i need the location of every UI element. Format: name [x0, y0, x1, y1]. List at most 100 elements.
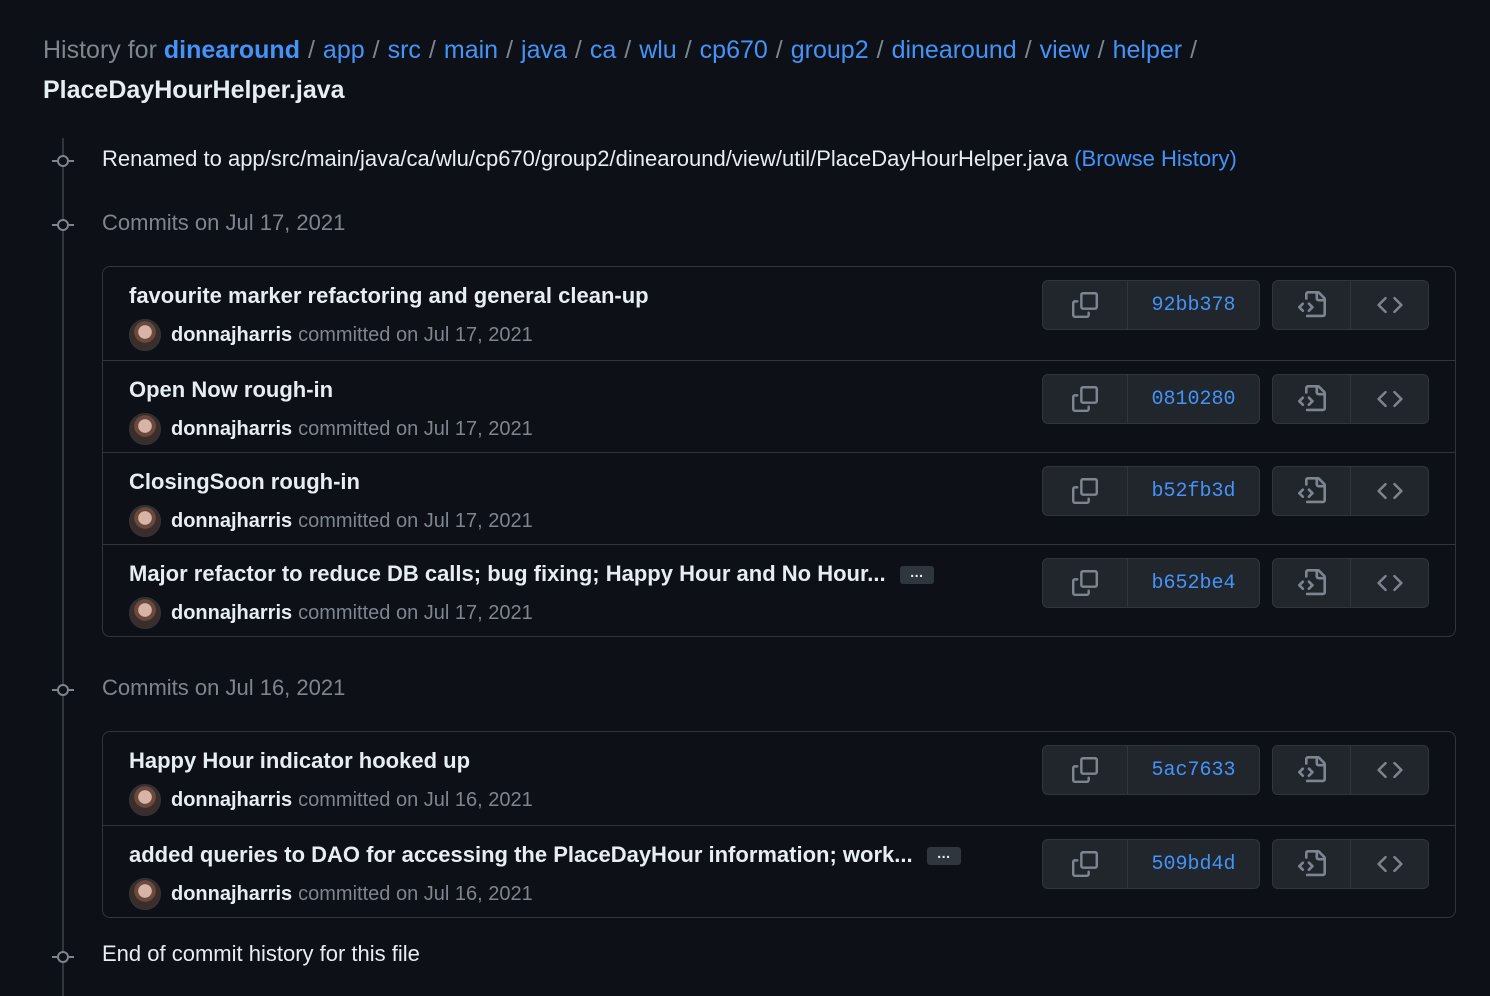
breadcrumb-separator: / [775, 36, 783, 64]
browse-button-group [1272, 839, 1429, 889]
breadcrumb-root-link[interactable]: dinearound [164, 36, 300, 64]
commit-meta: donnajharris committed on Jul 17, 2021 [129, 319, 533, 351]
expand-message-button[interactable]: … [926, 846, 961, 866]
breadcrumb-link-wlu[interactable]: wlu [639, 36, 677, 64]
breadcrumb-separator: / [624, 36, 632, 64]
commit-group-heading: Commits on Jul 16, 2021 [102, 675, 346, 700]
commit-sha-link[interactable]: 92bb378 [1127, 281, 1259, 329]
commit-group-heading: Commits on Jul 17, 2021 [102, 210, 346, 235]
commit-date: committed on Jul 17, 2021 [298, 323, 533, 346]
git-commit-icon [52, 155, 74, 167]
copy-sha-button[interactable] [1043, 467, 1127, 515]
commit-title-link[interactable]: ClosingSoon rough-in [129, 469, 360, 494]
commit-author-link[interactable]: donnajharris [171, 324, 292, 347]
browse-repo-at-commit-button[interactable] [1350, 559, 1428, 607]
breadcrumb-separator: / [684, 36, 692, 64]
commit-date: committed on Jul 17, 2021 [298, 509, 533, 532]
avatar[interactable] [129, 505, 161, 537]
commit-title: Major refactor to reduce DB calls; bug f… [129, 561, 934, 587]
commit-author-link[interactable]: donnajharris [171, 602, 292, 625]
browse-repo-at-commit-button[interactable] [1350, 375, 1428, 423]
browse-repo-at-commit-button[interactable] [1350, 281, 1428, 329]
breadcrumb-separator: / [574, 36, 582, 64]
avatar[interactable] [129, 878, 161, 910]
browse-repo-at-commit-button[interactable] [1350, 746, 1428, 794]
commit-sha-link[interactable]: 509bd4d [1127, 840, 1259, 888]
sha-button-group: 0810280 [1042, 374, 1260, 424]
view-file-at-commit-button[interactable] [1273, 746, 1350, 794]
commit-row: Open Now rough-in donnajharris committed o… [103, 360, 1455, 452]
commit-title-link[interactable]: Major refactor to reduce DB calls; bug f… [129, 561, 886, 586]
view-file-at-commit-button[interactable] [1273, 467, 1350, 515]
copy-sha-button[interactable] [1043, 375, 1127, 423]
breadcrumb-link-app[interactable]: app [323, 36, 365, 64]
sha-button-group: b52fb3d [1042, 466, 1260, 516]
copy-icon [1072, 386, 1098, 412]
breadcrumb-link-cp670[interactable]: cp670 [700, 36, 768, 64]
file-code-icon [1297, 850, 1326, 878]
browse-button-group [1272, 280, 1429, 330]
breadcrumb-file-name: PlaceDayHourHelper.java [43, 76, 345, 104]
commit-sha-link[interactable]: b52fb3d [1127, 467, 1259, 515]
avatar[interactable] [129, 319, 161, 351]
avatar[interactable] [129, 597, 161, 629]
breadcrumb-link-helper[interactable]: helper [1113, 36, 1183, 64]
view-file-at-commit-button[interactable] [1273, 840, 1350, 888]
end-of-history-text: End of commit history for this file [102, 941, 420, 966]
commit-title-link[interactable]: added queries to DAO for accessing the P… [129, 842, 913, 867]
avatar[interactable] [129, 413, 161, 445]
code-icon [1376, 570, 1403, 596]
breadcrumb-link-group2[interactable]: group2 [791, 36, 869, 64]
breadcrumb-link-dinearound[interactable]: dinearound [892, 36, 1017, 64]
breadcrumb-separator: / [1190, 36, 1198, 64]
commit-sha-link[interactable]: 0810280 [1127, 375, 1259, 423]
view-file-at-commit-button[interactable] [1273, 375, 1350, 423]
file-code-icon [1297, 756, 1326, 784]
copy-sha-button[interactable] [1043, 559, 1127, 607]
breadcrumb-separator: / [428, 36, 436, 64]
commit-title: favourite marker refactoring and general… [129, 283, 649, 309]
commit-sha-link[interactable]: 5ac7633 [1127, 746, 1259, 794]
commit-author-link[interactable]: donnajharris [171, 418, 292, 441]
copy-icon [1072, 570, 1098, 596]
commit-author-link[interactable]: donnajharris [171, 883, 292, 906]
timeline-line [62, 138, 64, 996]
commit-meta: donnajharris committed on Jul 17, 2021 [129, 413, 533, 445]
view-file-at-commit-button[interactable] [1273, 281, 1350, 329]
rename-notice: Renamed to app/src/main/java/ca/wlu/cp67… [102, 146, 1237, 172]
breadcrumb-link-src[interactable]: src [388, 36, 421, 64]
file-code-icon [1297, 477, 1326, 505]
browse-button-group [1272, 466, 1429, 516]
commit-title-link[interactable]: Happy Hour indicator hooked up [129, 748, 470, 773]
breadcrumb-link-main[interactable]: main [444, 36, 498, 64]
commit-meta: donnajharris committed on Jul 16, 2021 [129, 784, 533, 816]
copy-sha-button[interactable] [1043, 840, 1127, 888]
avatar[interactable] [129, 784, 161, 816]
breadcrumb-separator: / [1024, 36, 1032, 64]
commit-author-link[interactable]: donnajharris [171, 510, 292, 533]
commit-row: favourite marker refactoring and general… [103, 267, 1455, 360]
commit-sha-link[interactable]: b652be4 [1127, 559, 1259, 607]
code-icon [1376, 292, 1403, 318]
breadcrumb-separator: / [372, 36, 380, 64]
expand-message-button[interactable]: … [899, 565, 934, 585]
commit-title-link[interactable]: favourite marker refactoring and general… [129, 283, 649, 308]
copy-sha-button[interactable] [1043, 281, 1127, 329]
browse-repo-at-commit-button[interactable] [1350, 840, 1428, 888]
commit-row: added queries to DAO for accessing the P… [103, 825, 1455, 917]
browse-history-link[interactable]: (Browse History) [1074, 146, 1237, 171]
git-commit-icon [52, 684, 74, 696]
commit-group-list: Happy Hour indicator hooked up donnajharr… [102, 731, 1456, 918]
breadcrumb-link-view[interactable]: view [1040, 36, 1090, 64]
commit-author-link[interactable]: donnajharris [171, 789, 292, 812]
breadcrumb-link-ca[interactable]: ca [590, 36, 616, 64]
browse-repo-at-commit-button[interactable] [1350, 467, 1428, 515]
commit-meta: donnajharris committed on Jul 17, 2021 [129, 597, 533, 629]
breadcrumb-link-java[interactable]: java [521, 36, 567, 64]
git-commit-icon [52, 951, 74, 963]
copy-sha-button[interactable] [1043, 746, 1127, 794]
code-icon [1376, 851, 1403, 877]
view-file-at-commit-button[interactable] [1273, 559, 1350, 607]
commit-title-link[interactable]: Open Now rough-in [129, 377, 333, 402]
rename-text: Renamed to app/src/main/java/ca/wlu/cp67… [102, 146, 1069, 171]
